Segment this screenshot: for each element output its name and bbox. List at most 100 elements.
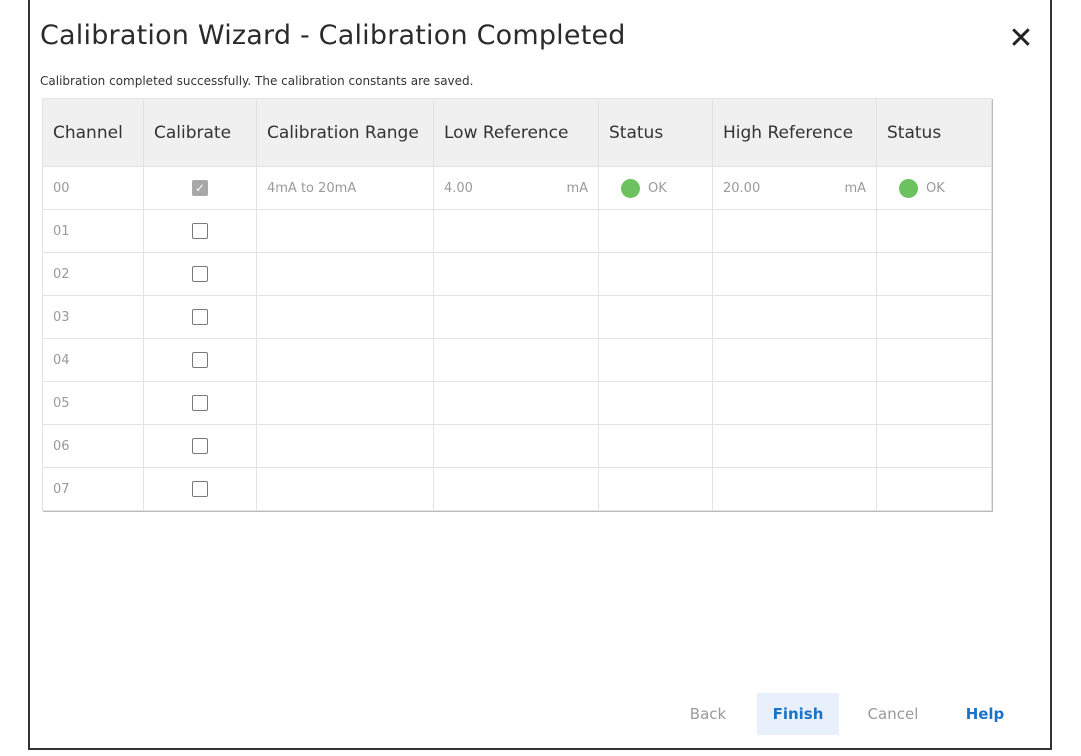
channel-cell: 05	[42, 381, 144, 425]
calibrate-cell	[143, 252, 257, 296]
calibrate-checkbox[interactable]	[192, 223, 208, 239]
high-status-cell	[876, 467, 992, 511]
calibrate-cell	[143, 209, 257, 253]
high-reference-cell	[712, 295, 877, 339]
low-reference-cell	[433, 209, 599, 253]
high-reference-cell	[712, 338, 877, 382]
high-status-cell	[876, 252, 992, 296]
status-ok-icon	[899, 178, 918, 198]
range-cell	[256, 295, 434, 339]
high-reference-unit: mA	[844, 180, 866, 196]
low-status-cell	[598, 467, 713, 511]
table-row: 05	[42, 381, 992, 425]
high-status-text: OK	[926, 180, 945, 196]
checkmark-icon: ✓	[194, 181, 206, 195]
channel-cell: 04	[42, 338, 144, 382]
dialog-title: Calibration Wizard - Calibration Complet…	[40, 20, 626, 51]
range-cell: 4mA to 20mA	[256, 166, 434, 210]
high-status-cell	[876, 295, 992, 339]
channel-number: 01	[53, 223, 70, 239]
channel-cell: 03	[42, 295, 144, 339]
low-reference-value: 4.00	[444, 180, 473, 196]
table-row: 03	[42, 295, 992, 339]
range-cell	[256, 338, 434, 382]
high-reference-cell	[712, 252, 877, 296]
low-reference-cell	[433, 338, 599, 382]
status-message: Calibration completed successfully. The …	[40, 74, 474, 88]
range-cell	[256, 424, 434, 468]
calibrate-cell: ✓	[143, 166, 257, 210]
header-low-status: Status	[598, 98, 713, 167]
range-cell	[256, 467, 434, 511]
calibrate-cell	[143, 381, 257, 425]
channel-cell: 00	[42, 166, 144, 210]
header-high-reference: High Reference	[712, 98, 877, 167]
low-reference-cell	[433, 252, 599, 296]
table-row: 02	[42, 252, 992, 296]
high-reference-cell	[712, 381, 877, 425]
help-button[interactable]: Help	[960, 693, 1010, 735]
calibrate-checkbox[interactable]	[192, 309, 208, 325]
cancel-button[interactable]: Cancel	[858, 693, 928, 735]
channel-number: 02	[53, 266, 70, 282]
calibrate-checkbox[interactable]	[192, 352, 208, 368]
high-status-cell	[876, 381, 992, 425]
status-ok-icon	[621, 178, 640, 198]
channel-number: 00	[53, 180, 70, 196]
calibration-range-value: 4mA to 20mA	[267, 180, 357, 196]
low-status-cell	[598, 338, 713, 382]
low-status-text: OK	[648, 180, 667, 196]
channel-number: 05	[53, 395, 70, 411]
table-row: 06	[42, 424, 992, 468]
close-icon[interactable]: ✕	[1006, 24, 1036, 54]
low-reference-cell	[433, 381, 599, 425]
low-status-cell	[598, 424, 713, 468]
calibrate-cell	[143, 338, 257, 382]
header-calibrate: Calibrate	[143, 98, 257, 167]
low-status-cell	[598, 381, 713, 425]
range-cell	[256, 209, 434, 253]
high-status-cell	[876, 338, 992, 382]
table-row: 00 ✓ 4mA to 20mA 4.00 mA OK 20.00 mA OK	[42, 166, 992, 210]
low-status-cell: OK	[598, 166, 713, 210]
high-status-cell	[876, 424, 992, 468]
high-reference-value: 20.00	[723, 180, 761, 196]
low-reference-cell	[433, 467, 599, 511]
channel-cell: 02	[42, 252, 144, 296]
calibrate-checkbox[interactable]	[192, 395, 208, 411]
finish-button[interactable]: Finish	[757, 693, 839, 735]
high-reference-cell	[712, 209, 877, 253]
low-status-cell	[598, 295, 713, 339]
low-reference-cell: 4.00 mA	[433, 166, 599, 210]
calibrate-cell	[143, 467, 257, 511]
header-high-status: Status	[876, 98, 992, 167]
high-status-cell: OK	[876, 166, 992, 210]
high-status-cell	[876, 209, 992, 253]
table-row: 04	[42, 338, 992, 382]
table-row: 07	[42, 467, 992, 511]
header-channel: Channel	[42, 98, 144, 167]
calibrate-checkbox[interactable]: ✓	[192, 180, 208, 196]
header-low-reference: Low Reference	[433, 98, 599, 167]
table-header-row: Channel Calibrate Calibration Range Low …	[42, 98, 992, 167]
calibrate-cell	[143, 295, 257, 339]
back-button[interactable]: Back	[678, 693, 738, 735]
calibration-wizard-dialog: Calibration Wizard - Calibration Complet…	[28, 0, 1052, 750]
high-reference-cell	[712, 424, 877, 468]
calibration-table: Channel Calibrate Calibration Range Low …	[42, 98, 992, 511]
calibrate-checkbox[interactable]	[192, 438, 208, 454]
low-status-cell	[598, 209, 713, 253]
high-reference-cell: 20.00 mA	[712, 166, 877, 210]
channel-cell: 01	[42, 209, 144, 253]
calibrate-checkbox[interactable]	[192, 481, 208, 497]
low-reference-unit: mA	[566, 180, 588, 196]
high-reference-cell	[712, 467, 877, 511]
header-calibration-range: Calibration Range	[256, 98, 434, 167]
channel-cell: 07	[42, 467, 144, 511]
range-cell	[256, 252, 434, 296]
calibrate-checkbox[interactable]	[192, 266, 208, 282]
range-cell	[256, 381, 434, 425]
channel-number: 03	[53, 309, 70, 325]
channel-number: 07	[53, 481, 70, 497]
calibrate-cell	[143, 424, 257, 468]
